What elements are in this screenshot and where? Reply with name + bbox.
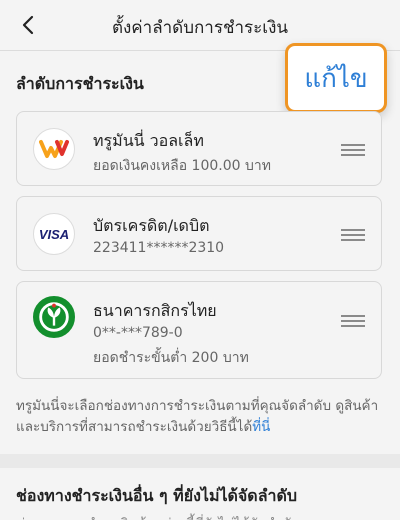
payment-method-minimum: ยอดชำระขั้นต่ำ 200 บาท — [93, 350, 249, 366]
payment-method-card-credit[interactable]: VISA บัตรเครดิต/เดบิต 223411******2310 — [16, 196, 382, 271]
payment-method-card-number: 223411******2310 — [93, 240, 225, 256]
payment-method-balance: ยอดเงินคงเหลือ 100.00 บาท — [93, 158, 271, 174]
payment-method-name: ทรูมันนี่ วอลเล็ท — [93, 131, 204, 150]
payment-method-account-number: 0**-***789-0 — [93, 325, 183, 341]
section-separator — [0, 454, 400, 468]
payment-method-name: ธนาคารกสิกรไทย — [93, 301, 217, 320]
priority-info-note: ทรูมันนี่จะเลือกช่องทางการชำระเงินตามที่… — [16, 396, 386, 438]
payment-method-card-kbank[interactable]: ธนาคารกสิกรไทย 0**-***789-0 ยอดชำระขั้นต… — [16, 281, 382, 379]
truemoney-wallet-icon — [33, 128, 75, 170]
payment-method-name: บัตรเครดิต/เดบิต — [93, 216, 210, 235]
page-title: ตั้งค่าลำดับการชำระเงิน — [111, 18, 289, 38]
edit-button[interactable]: แก้ไข — [285, 43, 387, 113]
svg-text:VISA: VISA — [39, 227, 69, 241]
section-title-priority: ลำดับการชำระเงิน — [16, 74, 144, 93]
visa-icon: VISA — [33, 213, 75, 255]
info-note-text: ทรูมันนี่จะเลือกช่องทางการชำระเงินตามที่… — [16, 398, 379, 435]
section-title-other-methods: ช่องทางชำระเงินอื่น ๆ ที่ยังไม่ได้จัดลำด… — [16, 486, 298, 505]
payment-method-card-truemoney[interactable]: ทรูมันนี่ วอลเล็ท ยอดเงินคงเหลือ 100.00 … — [16, 111, 382, 186]
other-methods-description: ช่องทางการชำระเงินด้านล่างนี้ที่ยังไม่ได… — [16, 512, 299, 520]
drag-handle-icon[interactable] — [341, 315, 365, 327]
info-note-link[interactable]: ที่นี่ — [252, 419, 270, 435]
kasikornbank-icon — [33, 296, 75, 338]
drag-handle-icon[interactable] — [341, 229, 365, 241]
drag-handle-icon[interactable] — [341, 144, 365, 156]
